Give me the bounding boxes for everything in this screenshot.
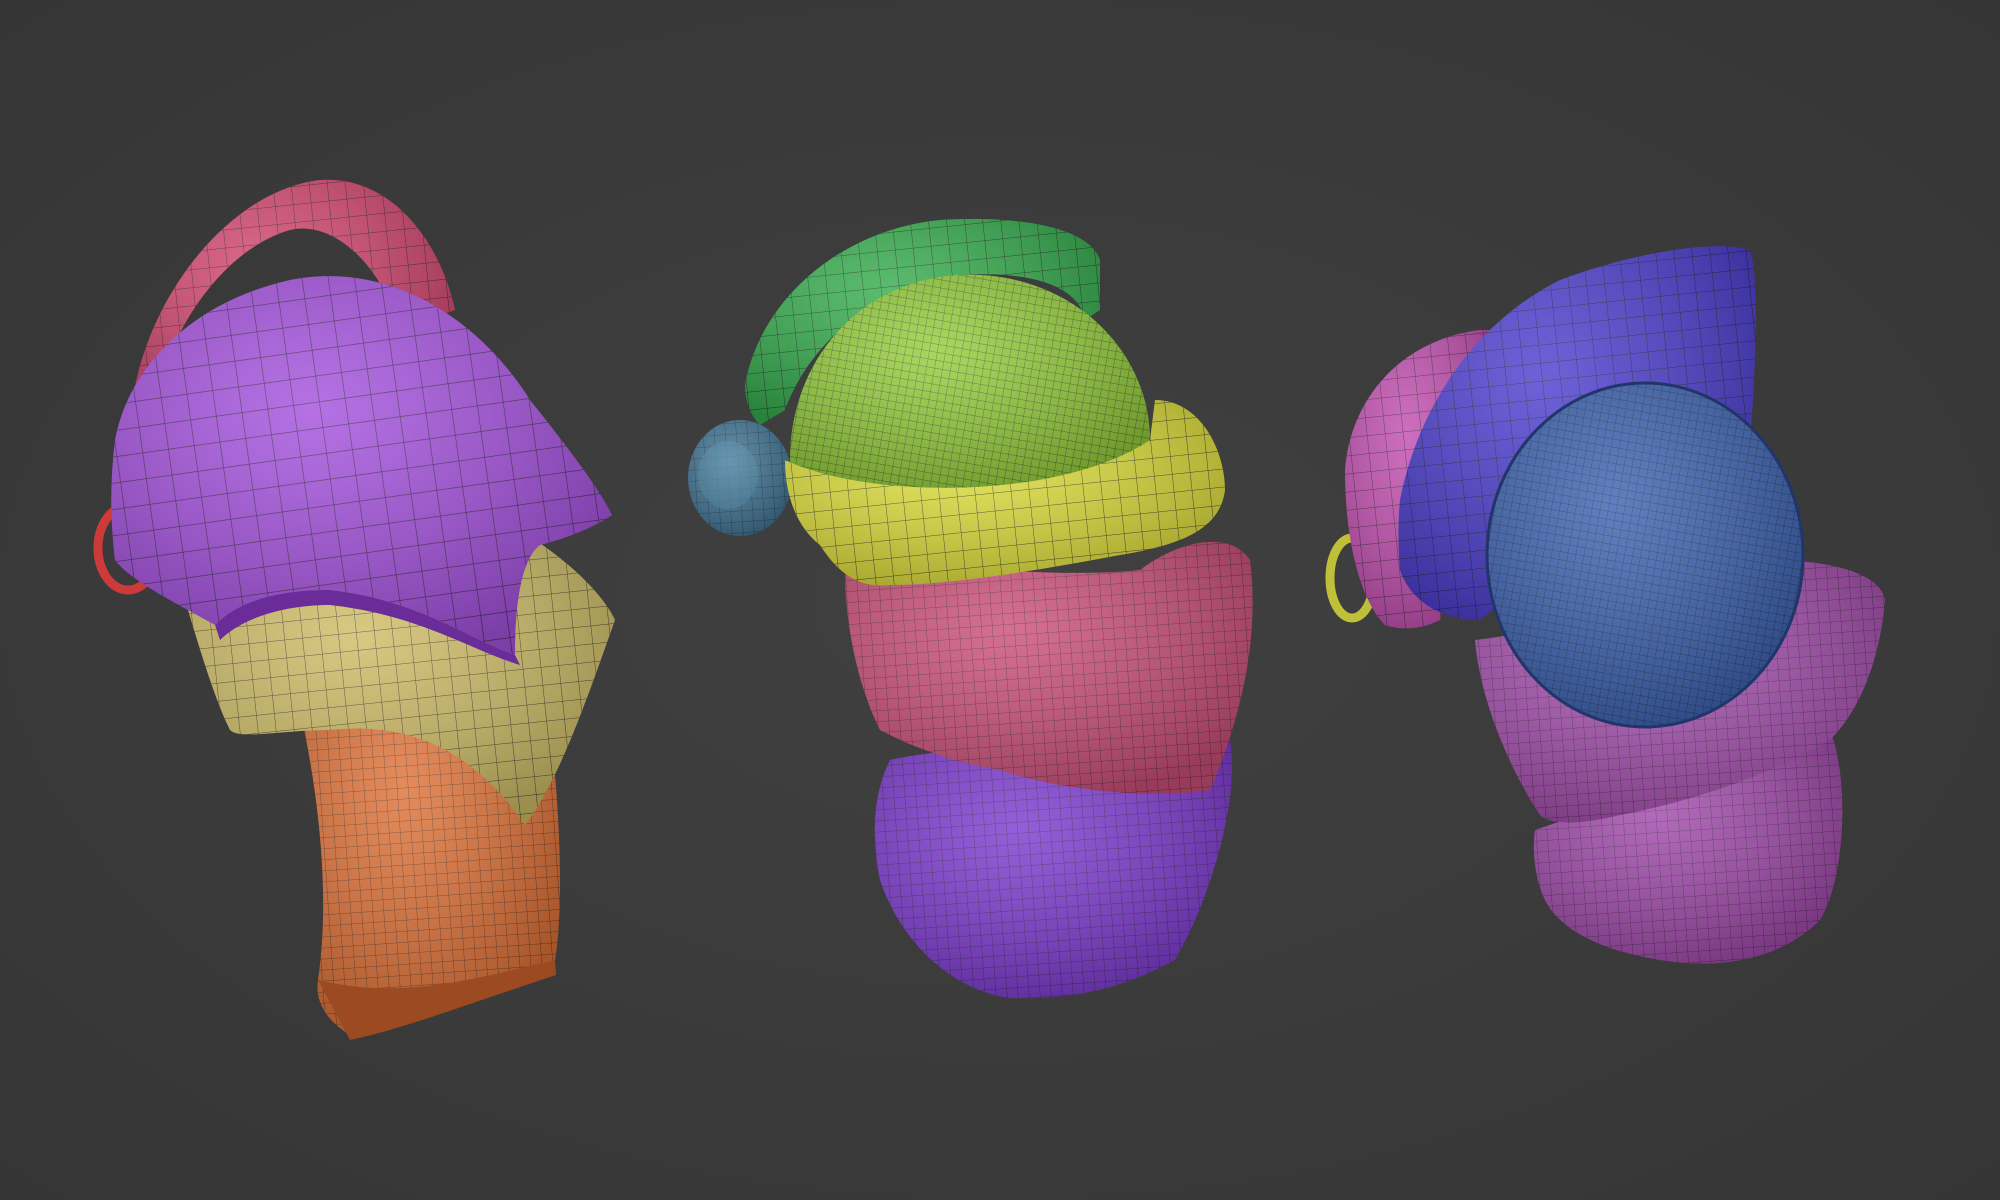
armor-piece-left [93, 179, 615, 1040]
center-knob [688, 420, 792, 536]
armor-piece-right [1325, 246, 1885, 964]
right-dome [1485, 381, 1805, 729]
scene-canvas [93, 179, 1885, 1040]
viewport [0, 0, 2000, 1200]
armor-piece-center [688, 219, 1253, 999]
